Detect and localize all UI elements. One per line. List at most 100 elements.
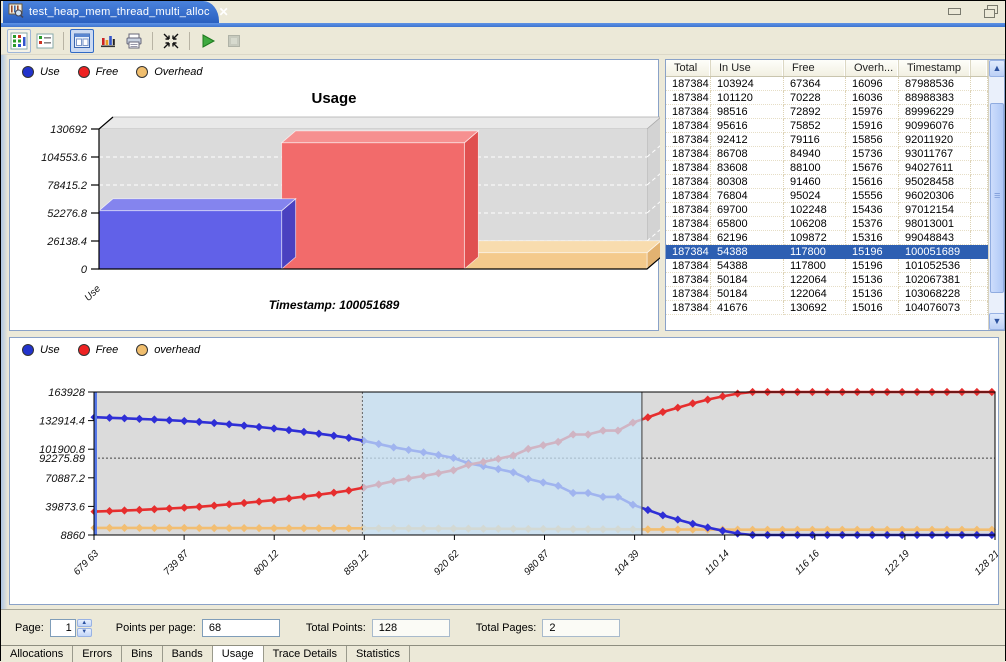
usage-chart-title: Usage: [10, 90, 658, 107]
scroll-up-icon[interactable]: ▲: [989, 60, 1005, 77]
print-icon[interactable]: [122, 29, 146, 53]
column-header[interactable]: Overh...: [846, 60, 899, 76]
table-cell: 187384: [666, 119, 711, 133]
table-cell: 90996076: [899, 119, 971, 133]
usage-legend: UseFreeOverhead: [22, 66, 203, 78]
metrics-grid-icon[interactable]: [7, 29, 31, 53]
total-pages-value: 2: [542, 619, 620, 637]
scrollbar-thumb[interactable]: [990, 103, 1004, 293]
spinner-up-icon[interactable]: ▲: [77, 619, 92, 628]
usage-bar-chart-panel: UseFreeOverhead Usage 026138.452276.8784…: [9, 59, 659, 331]
table-cell: 16036: [846, 91, 899, 105]
table-cell: 15196: [846, 259, 899, 273]
svg-text:78415.2: 78415.2: [47, 180, 87, 192]
table-row[interactable]: 187384621961098721531699048843: [666, 231, 988, 245]
run-icon[interactable]: [196, 29, 220, 53]
table-cell: 95028458: [899, 175, 971, 189]
tab-bins[interactable]: Bins: [122, 646, 162, 662]
table-cell: 102248: [784, 203, 846, 217]
page-input[interactable]: 1: [50, 619, 76, 637]
editor-tab-bar: test_heap_mem_thread_multi_alloc ✕: [1, 1, 1005, 23]
table-cell: 15316: [846, 231, 899, 245]
table-row[interactable]: 1873845018412206415136103068228: [666, 287, 988, 301]
spinner-down-icon[interactable]: ▼: [77, 628, 92, 637]
table-cell: 96020306: [899, 189, 971, 203]
form-view-icon[interactable]: [70, 29, 94, 53]
svg-text:920 62: 920 62: [432, 548, 462, 578]
table-row[interactable]: 187384103924673641609687988536: [666, 77, 988, 91]
table-cell: 91460: [784, 175, 846, 189]
tab-allocations[interactable]: Allocations: [1, 646, 73, 662]
table-row[interactable]: 1873845438811780015196100051689: [666, 245, 988, 259]
table-cell: 187384: [666, 105, 711, 119]
tab-bands[interactable]: Bands: [163, 646, 213, 662]
table-cell: 187384: [666, 259, 711, 273]
table-cell: 79116: [784, 133, 846, 147]
tab-statistics[interactable]: Statistics: [347, 646, 410, 662]
legend-label: Use: [40, 66, 60, 78]
table-cell: 50184: [711, 273, 784, 287]
svg-text:130692: 130692: [50, 124, 87, 136]
legend-color-dot: [78, 344, 90, 356]
table-cell: 80308: [711, 175, 784, 189]
column-header-filler: [971, 60, 988, 76]
svg-text:0: 0: [81, 264, 88, 276]
table-cell: 83608: [711, 161, 784, 175]
table-row[interactable]: 187384658001062081537698013001: [666, 217, 988, 231]
table-cell: 41676: [711, 301, 784, 315]
column-header[interactable]: Timestamp: [899, 60, 971, 76]
table-cell: 117800: [784, 245, 846, 259]
points-per-page-input[interactable]: 68: [202, 619, 280, 637]
tab-trace-details[interactable]: Trace Details: [264, 646, 347, 662]
scroll-down-icon[interactable]: ▼: [989, 313, 1005, 330]
table-row[interactable]: 18738495616758521591690996076: [666, 119, 988, 133]
table-row[interactable]: 18738486708849401573693011767: [666, 147, 988, 161]
column-header[interactable]: Free: [784, 60, 846, 76]
table-cell: 15676: [846, 161, 899, 175]
legend-color-dot: [22, 66, 34, 78]
column-header[interactable]: Total: [666, 60, 711, 76]
table-row[interactable]: 18738492412791161585692011920: [666, 133, 988, 147]
svg-text:26138.4: 26138.4: [46, 236, 87, 248]
table-cell: 92412: [711, 133, 784, 147]
table-row[interactable]: 1873845018412206415136102067381: [666, 273, 988, 287]
table-row[interactable]: 1873844167613069215016104076073: [666, 301, 988, 315]
table-cell: 99048843: [899, 231, 971, 245]
table-cell: 130692: [784, 301, 846, 315]
table-scrollbar[interactable]: ▲ ▼: [988, 60, 1004, 330]
table-row[interactable]: 18738498516728921597689996229: [666, 105, 988, 119]
metrics-list-icon[interactable]: [33, 29, 57, 53]
table-row[interactable]: 187384697001022481543697012154: [666, 203, 988, 217]
table-row[interactable]: 187384101120702281603688988383: [666, 91, 988, 105]
table-row[interactable]: 18738480308914601561695028458: [666, 175, 988, 189]
maximize-restore-view-icon[interactable]: [983, 5, 997, 17]
svg-text:679 63: 679 63: [72, 548, 102, 578]
tab-errors[interactable]: Errors: [73, 646, 122, 662]
table-cell: 93011767: [899, 147, 971, 161]
table-cell: 187384: [666, 133, 711, 147]
table-row[interactable]: 18738483608881001567694027611: [666, 161, 988, 175]
column-header[interactable]: In Use: [711, 60, 784, 76]
table-cell: 187384: [666, 161, 711, 175]
table-cell-filler: [971, 245, 988, 259]
minimize-view-icon[interactable]: [947, 5, 961, 17]
trend-line-chart[interactable]: 163928132914.4101900.870887.239873.68860…: [10, 338, 998, 604]
table-cell: 15136: [846, 287, 899, 301]
svg-text:122 19: 122 19: [883, 548, 913, 578]
tab-usage[interactable]: Usage: [212, 646, 264, 662]
editor-tab-title: test_heap_mem_thread_multi_alloc: [29, 6, 210, 18]
table-row[interactable]: 1873845438811780015196101052536: [666, 259, 988, 273]
legend-item: Use: [22, 344, 60, 356]
chart-view-icon[interactable]: [96, 29, 120, 53]
usage-table: TotalIn UseFreeOverh...Timestamp18738410…: [666, 60, 988, 330]
table-cell: 16096: [846, 77, 899, 91]
editor-tab[interactable]: test_heap_mem_thread_multi_alloc ✕: [3, 1, 219, 23]
page-spinner[interactable]: ▲▼: [77, 619, 92, 637]
table-cell-filler: [971, 119, 988, 133]
table-cell: 50184: [711, 287, 784, 301]
table-cell: 95616: [711, 119, 784, 133]
table-row[interactable]: 18738476804950241555696020306: [666, 189, 988, 203]
table-cell: 104076073: [899, 301, 971, 315]
tab-close-icon[interactable]: ✕: [219, 5, 229, 19]
fit-to-window-icon[interactable]: [159, 29, 183, 53]
